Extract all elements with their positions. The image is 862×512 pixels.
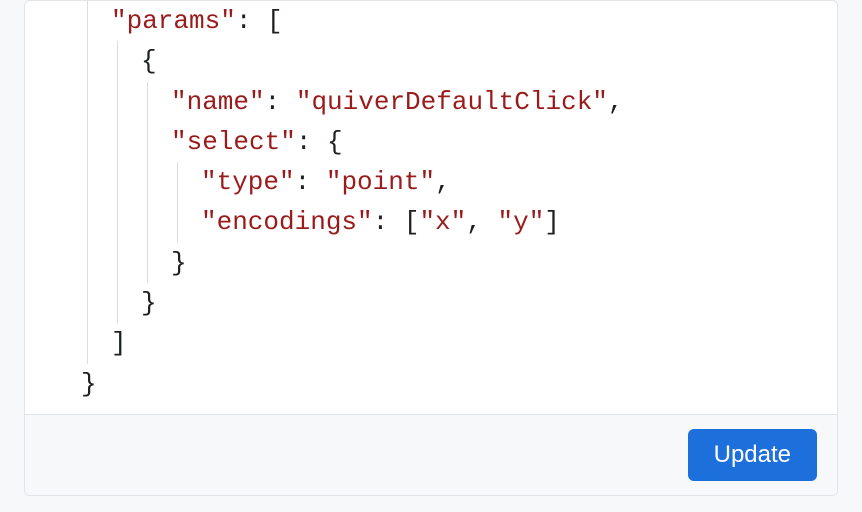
indent-guide xyxy=(87,1,88,41)
json-string: "y" xyxy=(497,207,544,237)
indent-guide xyxy=(147,82,148,122)
indent-guide xyxy=(87,283,88,323)
json-punctuation: : { xyxy=(296,127,343,157)
indent-guide xyxy=(177,162,178,202)
json-punctuation: ] xyxy=(544,207,560,237)
code-editor[interactable]: "params": [{"name": "quiverDefaultClick"… xyxy=(25,1,837,414)
indent-guide xyxy=(87,41,88,81)
indent-guide xyxy=(147,202,148,242)
json-string: "point" xyxy=(326,167,435,197)
json-key: "select" xyxy=(171,127,296,157)
code-line[interactable]: "type": "point", xyxy=(39,162,823,202)
code-line[interactable]: ] xyxy=(39,323,823,363)
code-line[interactable]: "encodings": ["x", "y"] xyxy=(39,202,823,242)
indent-guide xyxy=(117,283,118,323)
json-punctuation: : xyxy=(265,87,296,117)
json-punctuation: , xyxy=(466,207,497,237)
json-punctuation: } xyxy=(141,288,157,318)
indent-guide xyxy=(117,162,118,202)
indent-guide xyxy=(87,323,88,363)
indent-guide xyxy=(177,202,178,242)
indent-guide xyxy=(87,82,88,122)
json-punctuation: : [ xyxy=(373,207,420,237)
indent-guide xyxy=(147,243,148,283)
indent-guide xyxy=(87,122,88,162)
json-punctuation: } xyxy=(81,369,97,399)
json-key: "encodings" xyxy=(201,207,373,237)
indent-guide xyxy=(87,202,88,242)
json-key: "type" xyxy=(201,167,295,197)
json-key: "name" xyxy=(171,87,265,117)
indent-guide xyxy=(117,202,118,242)
indent-guide xyxy=(147,122,148,162)
indent-guide xyxy=(147,162,148,202)
code-line[interactable]: "params": [ xyxy=(39,1,823,41)
update-button[interactable]: Update xyxy=(688,429,817,481)
code-line[interactable]: "name": "quiverDefaultClick", xyxy=(39,82,823,122)
json-punctuation: , xyxy=(608,87,624,117)
code-line[interactable]: { xyxy=(39,41,823,81)
code-line[interactable]: } xyxy=(39,364,823,404)
indent-guide xyxy=(87,243,88,283)
json-string: "x" xyxy=(419,207,466,237)
json-punctuation: ] xyxy=(111,328,127,358)
code-line[interactable]: } xyxy=(39,243,823,283)
json-punctuation: , xyxy=(435,167,451,197)
indent-guide xyxy=(117,82,118,122)
json-string: "quiverDefaultClick" xyxy=(296,87,608,117)
json-punctuation: : xyxy=(295,167,326,197)
json-punctuation: } xyxy=(171,248,187,278)
editor-footer: Update xyxy=(25,414,837,495)
code-line[interactable]: "select": { xyxy=(39,122,823,162)
json-punctuation: { xyxy=(141,46,157,76)
indent-guide xyxy=(117,122,118,162)
code-line[interactable]: } xyxy=(39,283,823,323)
json-key: "params" xyxy=(111,6,236,36)
code-editor-panel: "params": [{"name": "quiverDefaultClick"… xyxy=(24,0,838,496)
indent-guide xyxy=(117,243,118,283)
indent-guide xyxy=(87,162,88,202)
json-punctuation: : [ xyxy=(236,6,283,36)
indent-guide xyxy=(117,41,118,81)
